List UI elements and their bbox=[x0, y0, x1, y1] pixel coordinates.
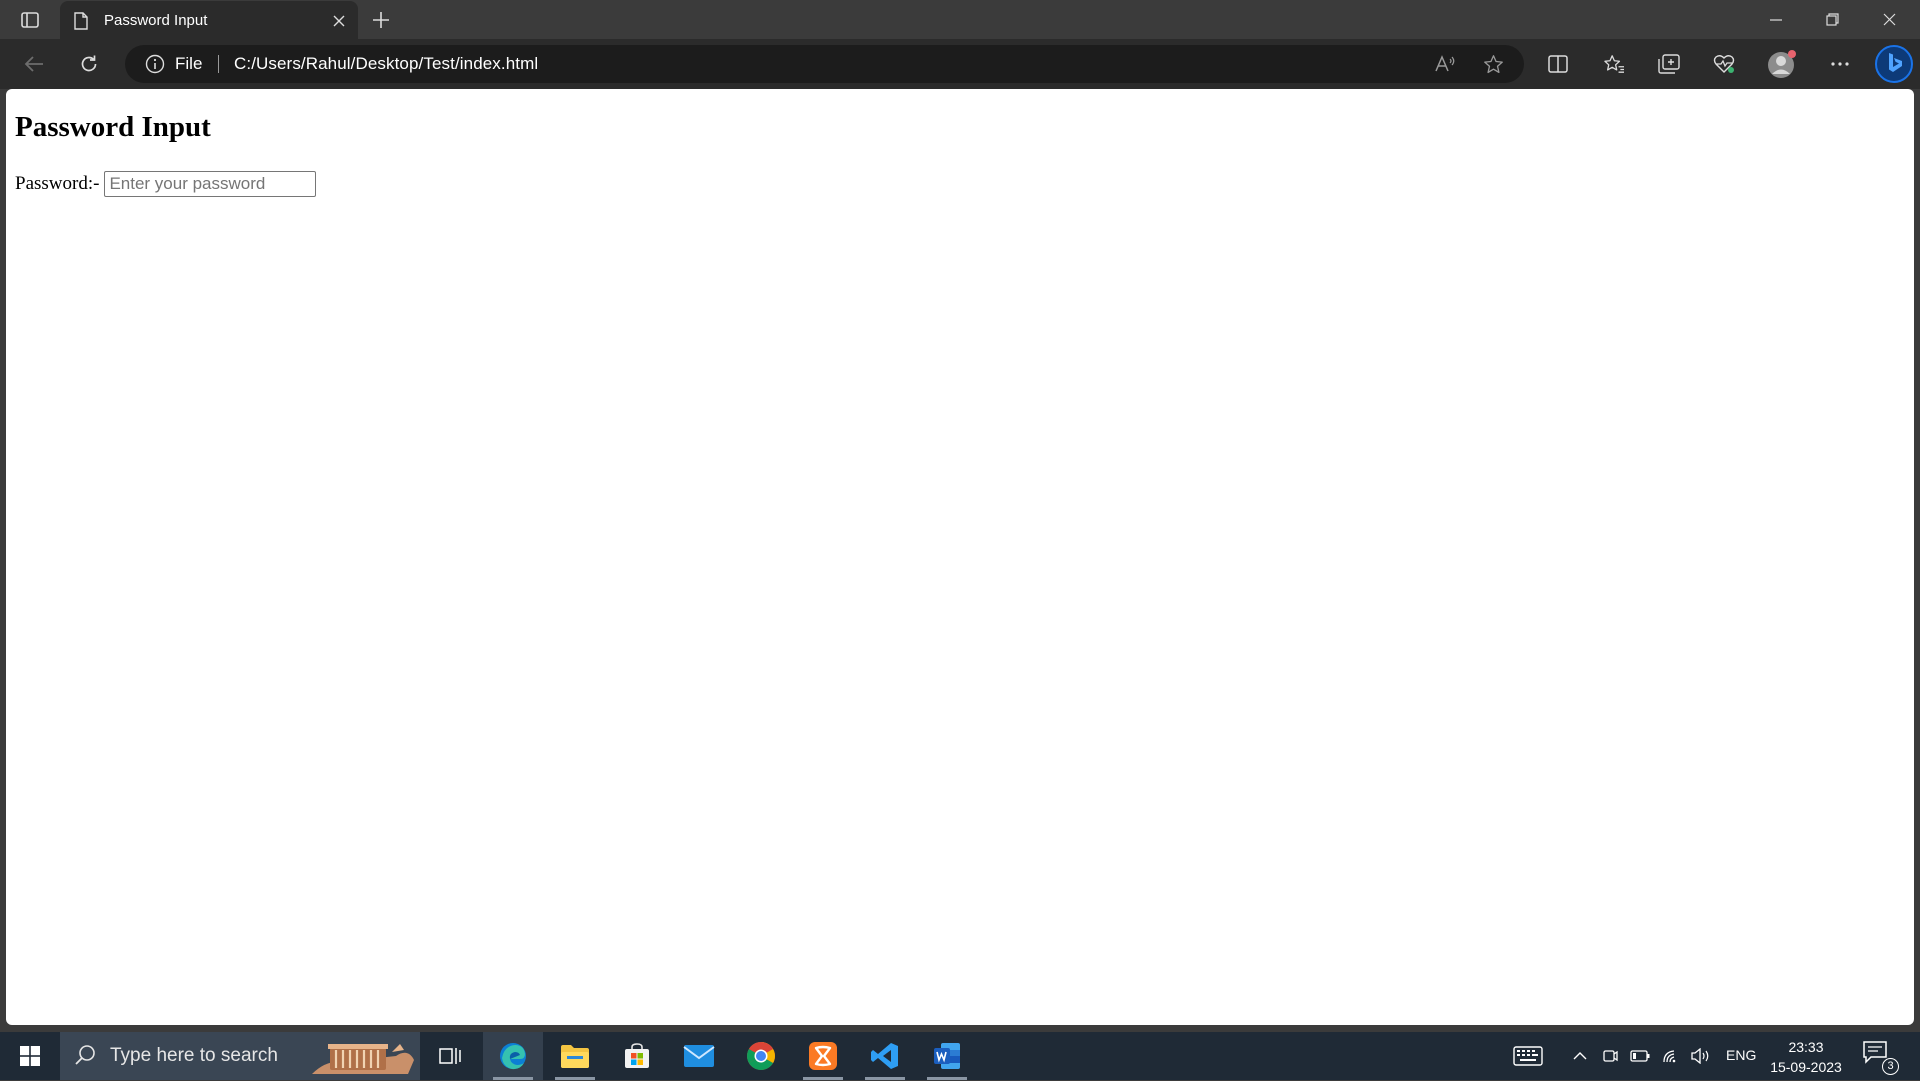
settings-more-button[interactable] bbox=[1822, 48, 1858, 80]
store-icon bbox=[625, 1043, 649, 1068]
mail-icon bbox=[683, 1045, 715, 1067]
taskbar-app-microsoft-store[interactable] bbox=[607, 1032, 667, 1080]
chrome-icon bbox=[747, 1042, 775, 1070]
windows-taskbar: Type here to search ENG 23:33 15-09-2023… bbox=[0, 1032, 1920, 1080]
notification-count-badge: 3 bbox=[1882, 1058, 1899, 1075]
task-view-icon bbox=[439, 1048, 461, 1064]
tray-meet-now-button[interactable] bbox=[1598, 1044, 1622, 1068]
close-window-button[interactable] bbox=[1861, 0, 1918, 39]
restore-button[interactable] bbox=[1804, 0, 1861, 39]
refresh-button[interactable] bbox=[71, 48, 107, 80]
vscode-icon bbox=[871, 1043, 898, 1069]
collections-icon bbox=[1658, 54, 1680, 74]
collections-button[interactable] bbox=[1651, 48, 1687, 80]
tab-strip: Password Input bbox=[0, 0, 1920, 40]
page-icon bbox=[74, 12, 88, 30]
battery-button[interactable] bbox=[1628, 1044, 1652, 1068]
taskbar-search-box[interactable]: Type here to search bbox=[60, 1032, 420, 1080]
edge-icon bbox=[500, 1043, 526, 1070]
profile-button[interactable] bbox=[1764, 48, 1800, 80]
back-arrow-icon bbox=[24, 56, 43, 72]
search-highlight-illustration-icon bbox=[308, 1038, 418, 1081]
password-input[interactable] bbox=[104, 171, 317, 197]
info-icon bbox=[145, 54, 165, 74]
search-placeholder-text: Type here to search bbox=[110, 1045, 278, 1066]
add-favorite-button[interactable] bbox=[1478, 50, 1508, 78]
browser-tab[interactable]: Password Input bbox=[60, 1, 358, 40]
password-form-row: Password:- bbox=[15, 171, 317, 197]
chevron-up-icon bbox=[1573, 1052, 1587, 1060]
page-heading: Password Input bbox=[15, 111, 211, 143]
keyboard-icon bbox=[1513, 1046, 1543, 1066]
taskbar-app-xampp[interactable] bbox=[793, 1032, 853, 1080]
more-dots-icon bbox=[1831, 62, 1849, 66]
address-bar[interactable]: File C:/Users/Rahul/Desktop/Test/index.h… bbox=[125, 45, 1524, 83]
refresh-icon bbox=[81, 55, 97, 72]
avatar-icon bbox=[1768, 50, 1796, 78]
clock-time: 23:33 bbox=[1788, 1039, 1824, 1055]
tab-title: Password Input bbox=[104, 12, 208, 29]
minimize-button[interactable] bbox=[1747, 0, 1804, 39]
start-button[interactable] bbox=[0, 1032, 60, 1080]
taskbar-app-edge[interactable] bbox=[483, 1032, 543, 1080]
touch-keyboard-button[interactable] bbox=[1512, 1044, 1544, 1068]
heart-pulse-icon bbox=[1713, 55, 1735, 73]
restore-icon bbox=[1826, 13, 1839, 26]
wifi-icon bbox=[1663, 1050, 1676, 1063]
speaker-icon bbox=[1691, 1048, 1709, 1064]
bing-copilot-icon bbox=[1875, 45, 1913, 83]
network-button[interactable] bbox=[1660, 1044, 1684, 1068]
split-screen-icon bbox=[1548, 55, 1568, 73]
show-hidden-icons-button[interactable] bbox=[1568, 1044, 1592, 1068]
minimize-icon bbox=[1769, 18, 1782, 21]
close-icon bbox=[333, 15, 345, 27]
new-tab-button[interactable] bbox=[366, 5, 396, 35]
task-view-button[interactable] bbox=[420, 1032, 480, 1080]
tab-actions-button[interactable] bbox=[12, 6, 48, 34]
volume-button[interactable] bbox=[1688, 1044, 1712, 1068]
folder-icon bbox=[561, 1045, 589, 1068]
address-divider bbox=[218, 55, 219, 73]
device-icon bbox=[1603, 1050, 1618, 1062]
input-language-indicator[interactable]: ENG bbox=[1726, 1047, 1756, 1063]
battery-icon bbox=[1630, 1050, 1650, 1062]
url-text[interactable]: C:/Users/Rahul/Desktop/Test/index.html bbox=[234, 54, 538, 74]
tab-close-button[interactable] bbox=[326, 8, 352, 34]
favorites-icon bbox=[1604, 55, 1624, 73]
read-aloud-button[interactable] bbox=[1430, 50, 1460, 78]
taskbar-app-chrome[interactable] bbox=[731, 1032, 791, 1080]
split-screen-button[interactable] bbox=[1540, 48, 1576, 80]
site-info-button[interactable]: File bbox=[145, 52, 202, 76]
browser-toolbar: File C:/Users/Rahul/Desktop/Test/index.h… bbox=[0, 39, 1920, 89]
close-icon bbox=[1883, 13, 1896, 26]
password-label: Password:- bbox=[15, 173, 100, 194]
clock-button[interactable]: 23:33 15-09-2023 bbox=[1764, 1037, 1848, 1077]
word-icon bbox=[934, 1043, 960, 1069]
favorites-button[interactable] bbox=[1596, 48, 1632, 80]
back-button[interactable] bbox=[16, 48, 52, 80]
site-protocol-label: File bbox=[175, 54, 203, 73]
page-viewport: Password Input Password:- bbox=[6, 89, 1914, 1025]
clock-date: 15-09-2023 bbox=[1770, 1059, 1842, 1075]
copilot-button[interactable] bbox=[1874, 44, 1914, 84]
taskbar-app-word[interactable] bbox=[917, 1032, 977, 1080]
taskbar-app-file-explorer[interactable] bbox=[545, 1032, 605, 1080]
search-icon bbox=[74, 1044, 96, 1071]
tab-actions-icon bbox=[21, 12, 39, 28]
read-aloud-icon bbox=[1435, 55, 1455, 72]
xampp-icon bbox=[809, 1042, 837, 1070]
taskbar-app-mail[interactable] bbox=[669, 1032, 729, 1080]
star-icon bbox=[1483, 54, 1503, 73]
browser-essentials-button[interactable] bbox=[1706, 48, 1742, 80]
windows-logo-icon bbox=[20, 1046, 40, 1066]
notification-center-button[interactable]: 3 bbox=[1862, 1040, 1899, 1075]
taskbar-app-vs-code[interactable] bbox=[855, 1032, 915, 1080]
plus-icon bbox=[373, 12, 389, 28]
